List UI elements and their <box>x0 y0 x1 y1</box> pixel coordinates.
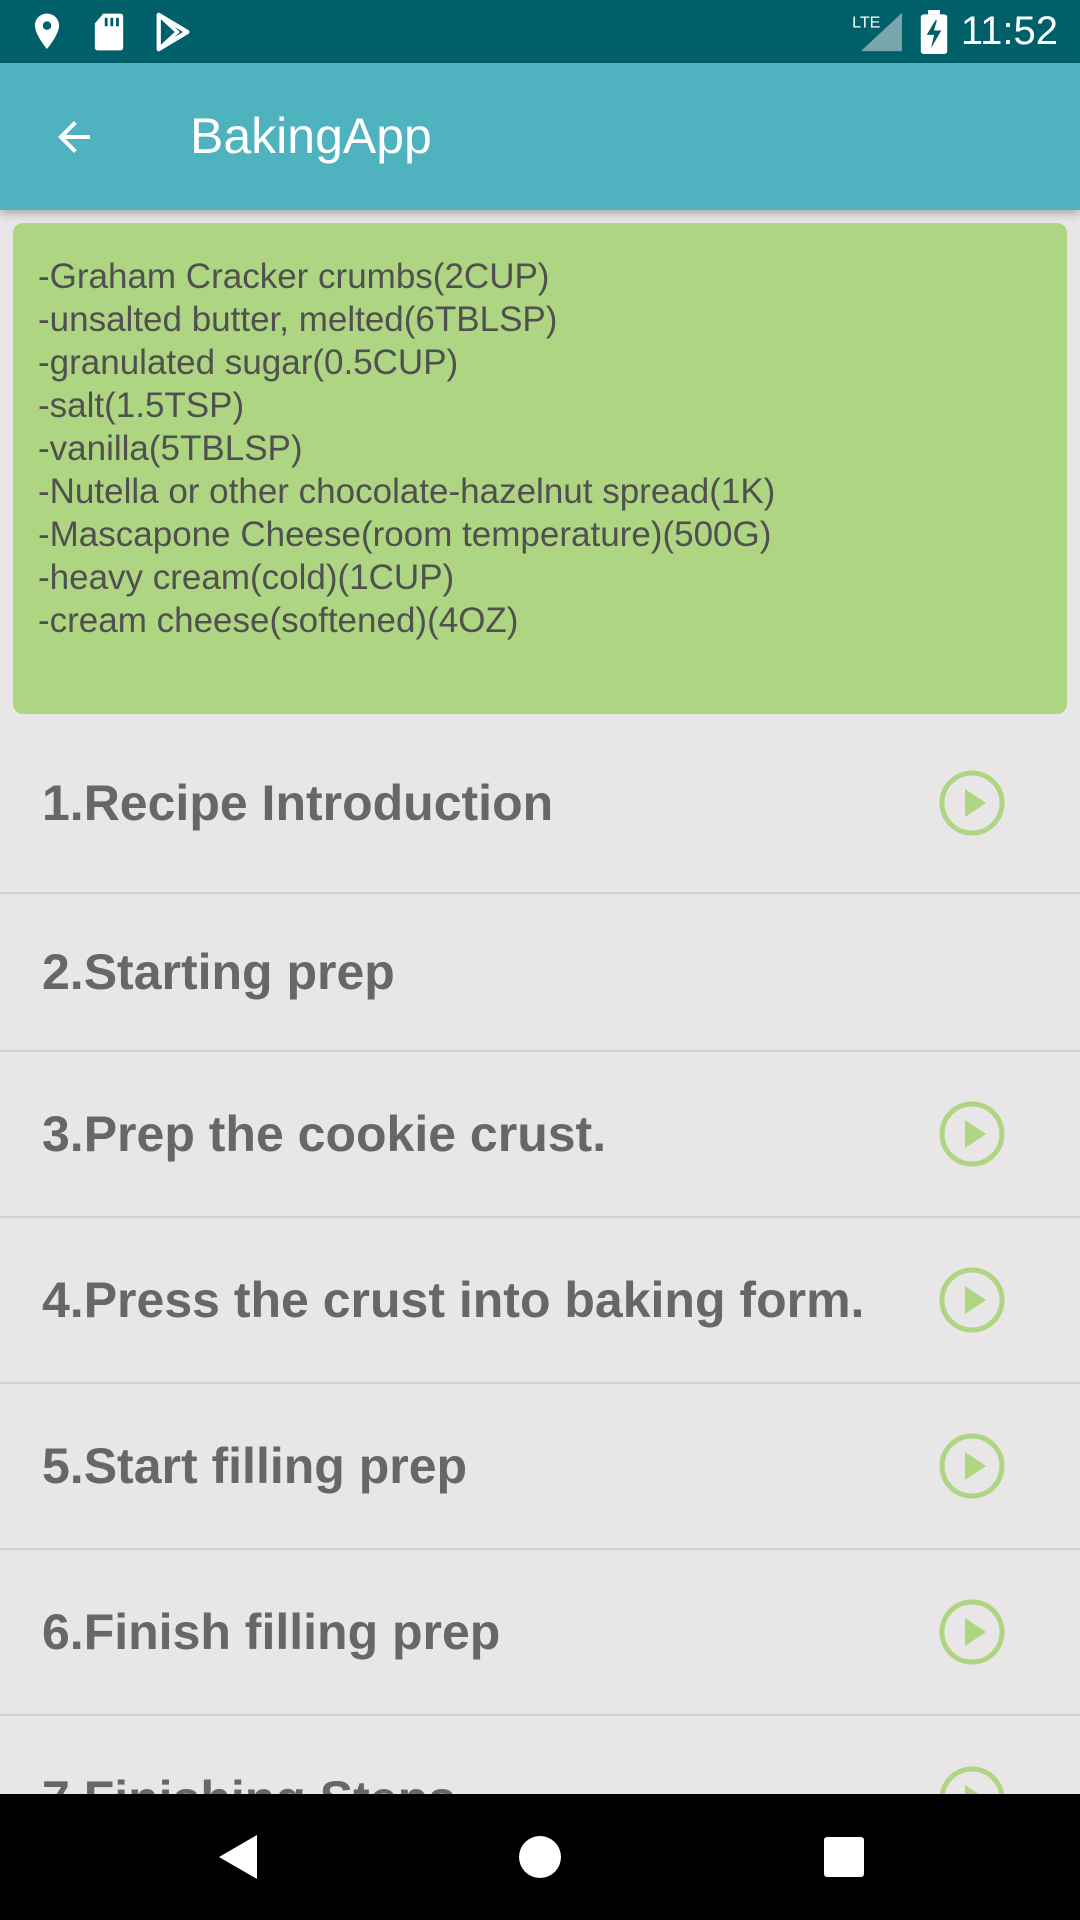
play-circle-icon[interactable] <box>938 1266 1006 1334</box>
play-circle-icon[interactable] <box>938 1432 1006 1500</box>
status-bar: LTE 11:52 <box>0 0 1080 63</box>
step-item-2[interactable]: 2.Starting prep <box>0 894 1080 1052</box>
nav-back-button[interactable] <box>178 1794 298 1920</box>
screen: LTE 11:52 BakingApp -Graham Cracker crum… <box>0 0 1080 1920</box>
arrow-back-icon <box>58 121 90 153</box>
app-title: BakingApp <box>190 108 432 164</box>
step-item-5[interactable]: 5.Start filling prep <box>0 1384 1080 1550</box>
step-label: 4.Press the crust into baking form. <box>42 1272 865 1328</box>
nav-recents-button[interactable] <box>784 1794 904 1920</box>
play-circle-icon[interactable] <box>938 769 1006 837</box>
sd-card-icon <box>92 0 126 63</box>
ingredient-line: -vanilla(5TBLSP) <box>38 429 303 468</box>
step-item-1[interactable]: 1.Recipe Introduction <box>0 714 1080 894</box>
step-label: 3.Prep the cookie crust. <box>42 1106 607 1162</box>
step-item-3[interactable]: 3.Prep the cookie crust. <box>0 1052 1080 1218</box>
network-label: LTE <box>852 13 881 31</box>
step-label: 5.Start filling prep <box>42 1438 468 1494</box>
step-label: 2.Starting prep <box>42 944 395 1000</box>
back-triangle-icon <box>219 1835 257 1879</box>
ingredients-card: -Graham Cracker crumbs(2CUP) -unsalted b… <box>13 223 1067 714</box>
play-circle-icon[interactable] <box>938 1598 1006 1666</box>
ingredient-line: -granulated sugar(0.5CUP) <box>38 343 459 382</box>
ingredient-line: -Mascapone Cheese(room temperature)(500G… <box>38 515 772 554</box>
recents-square-icon <box>824 1837 864 1877</box>
nav-home-button[interactable] <box>480 1794 600 1920</box>
back-button[interactable] <box>30 93 118 181</box>
home-circle-icon <box>519 1836 561 1878</box>
step-item-4[interactable]: 4.Press the crust into baking form. <box>0 1218 1080 1384</box>
ingredient-line: -unsalted butter, melted(6TBLSP) <box>38 300 558 339</box>
navigation-bar <box>0 1794 1080 1920</box>
location-icon <box>30 0 64 63</box>
status-time: 11:52 <box>960 9 1058 53</box>
ingredient-line: -Nutella or other chocolate-hazelnut spr… <box>38 472 776 511</box>
ingredient-line: -heavy cream(cold)(1CUP) <box>38 558 455 597</box>
ingredient-line: -salt(1.5TSP) <box>38 386 245 425</box>
step-item-6[interactable]: 6.Finish filling prep <box>0 1550 1080 1716</box>
steps-list: 1.Recipe Introduction 2.Starting prep 3.… <box>0 714 1080 1882</box>
ingredient-line: -Graham Cracker crumbs(2CUP) <box>38 257 550 296</box>
app-bar: BakingApp <box>0 63 1080 210</box>
step-label: 1.Recipe Introduction <box>42 775 554 831</box>
ingredient-line: -cream cheese(softened)(4OZ) <box>38 601 519 640</box>
step-label: 6.Finish filling prep <box>42 1604 501 1660</box>
play-circle-icon[interactable] <box>938 1100 1006 1168</box>
battery-charging-icon <box>920 0 948 63</box>
signal-icon: LTE <box>852 0 902 63</box>
play-store-icon <box>154 0 192 63</box>
